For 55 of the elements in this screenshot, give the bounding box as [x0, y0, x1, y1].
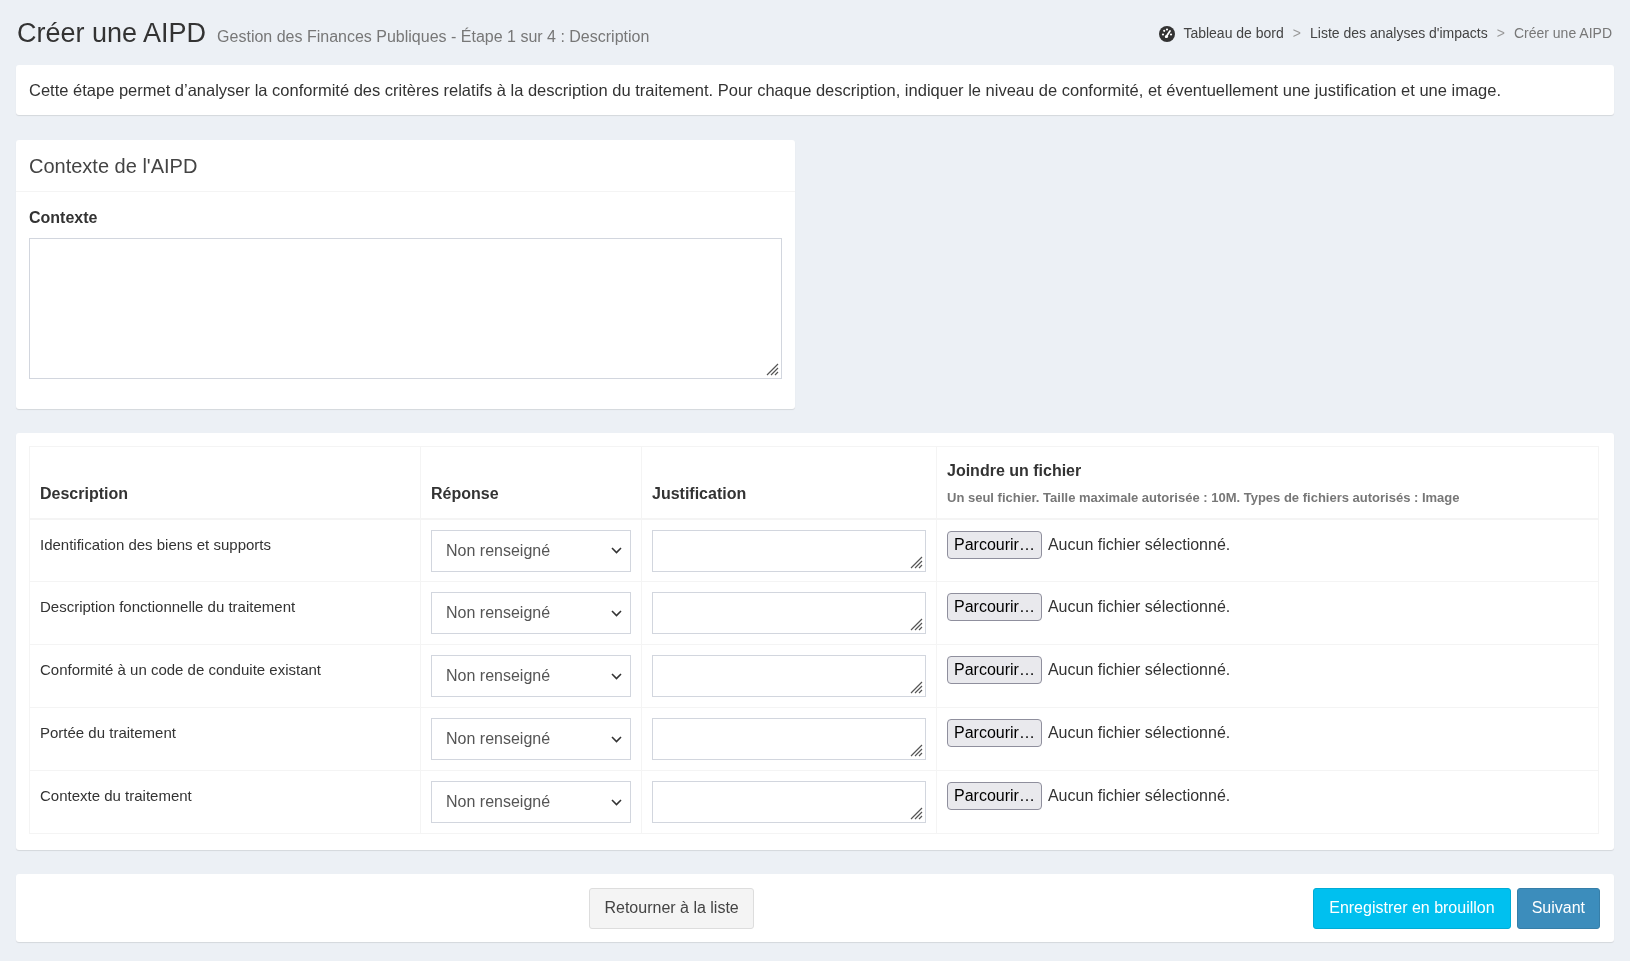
file-status-text: Aucun fichier sélectionné. — [1047, 597, 1231, 617]
chevron-down-icon — [611, 798, 622, 806]
file-status-text: Aucun fichier sélectionné. — [1047, 660, 1231, 680]
justification-field[interactable] — [652, 781, 926, 823]
resize-grip-icon — [910, 555, 923, 569]
column-header: Description — [40, 483, 128, 504]
text-area-field[interactable] — [29, 238, 782, 379]
next-button[interactable]: Suivant — [1516, 887, 1600, 929]
column-header: Réponse — [431, 483, 499, 504]
browse-button[interactable]: Parcourir… — [947, 719, 1042, 747]
chevron-down-icon — [611, 547, 622, 554]
justification-field[interactable] — [652, 529, 926, 572]
justification-field[interactable] — [652, 718, 926, 760]
file-status-text: Aucun fichier sélectionné. — [1047, 786, 1231, 806]
column-header: Joindre un fichier — [947, 460, 1082, 481]
gauge-icon — [1159, 25, 1176, 42]
browse-button[interactable]: Parcourir… — [947, 530, 1042, 559]
resize-grip-icon — [910, 681, 923, 694]
response-dropdown[interactable]: Non renseigné — [431, 781, 631, 823]
column-hint: Un seul fichier. Taille maximale autorisée : 10M. Types de fichiers autorisés : Image — [947, 488, 1460, 506]
breadcrumb-separator: > — [1495, 24, 1506, 43]
justification-field[interactable] — [652, 592, 926, 634]
breadcrumb-separator: > — [1291, 24, 1302, 43]
card-title: Contexte de l'AIPD — [29, 153, 198, 179]
resize-grip-icon — [910, 744, 923, 757]
intro-text: Cette étape permet d’analyser la conformité des critères relatifs à la description du traitement. Pour chaque description, indiquer le niveau de conformité, et éventuellement une justification et une image. — [29, 79, 1502, 101]
file-status-text: Aucun fichier sélectionné. — [1047, 534, 1231, 555]
description-text: Contexte du traitement — [40, 787, 192, 804]
breadcrumb-link[interactable]: Liste des analyses d'impacts — [1310, 23, 1488, 44]
description-text: Description fonctionnelle du traitement — [40, 598, 296, 615]
description-text: Conformité à un code de conduite existant — [40, 661, 321, 678]
chevron-down-icon — [611, 672, 622, 680]
description-text: Portée du traitement — [40, 724, 176, 741]
file-status-text: Aucun fichier sélectionné. — [1047, 723, 1231, 743]
response-dropdown[interactable]: Non renseigné — [431, 592, 631, 634]
breadcrumb-link[interactable]: Tableau de bord — [1159, 23, 1284, 44]
resize-grip-icon — [910, 807, 923, 820]
back-button[interactable]: Retourner à la liste — [589, 887, 754, 929]
field-label: Contexte — [29, 208, 98, 228]
justification-field[interactable] — [652, 655, 926, 697]
page-title: Créer une AIPD — [17, 16, 207, 49]
response-dropdown[interactable]: Non renseigné — [431, 655, 631, 697]
chevron-down-icon — [611, 735, 622, 743]
browse-button[interactable]: Parcourir… — [947, 782, 1042, 810]
resize-grip-icon — [766, 363, 779, 376]
description-text: Identification des biens et supports — [40, 535, 271, 553]
response-dropdown[interactable]: Non renseigné — [431, 529, 631, 572]
resize-grip-icon — [910, 618, 923, 631]
page-subtitle: Gestion des Finances Publiques - Étape 1 sur 4 : Description — [217, 26, 650, 47]
column-header: Justification — [652, 483, 747, 504]
browse-button[interactable]: Parcourir… — [947, 593, 1042, 621]
breadcrumb-current: Créer une AIPD — [1513, 24, 1612, 43]
response-dropdown[interactable]: Non renseigné — [431, 718, 631, 760]
chevron-down-icon — [611, 609, 622, 617]
browse-button[interactable]: Parcourir… — [947, 656, 1042, 684]
